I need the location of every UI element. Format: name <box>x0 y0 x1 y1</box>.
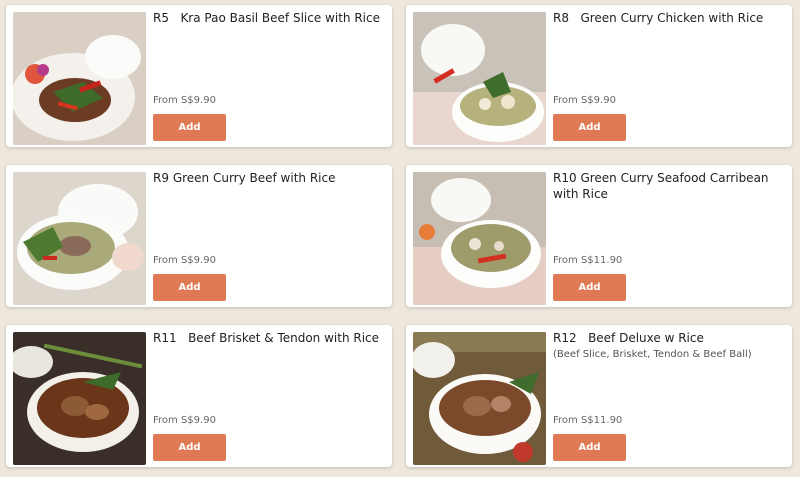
menu-item-card[interactable]: R5 Kra Pao Basil Beef Slice with Rice Fr… <box>6 5 392 147</box>
menu-item-card[interactable]: R9 Green Curry Beef with Rice From S$9.9… <box>6 165 392 307</box>
item-name: Beef Brisket & Tendon with Rice <box>188 331 380 345</box>
item-title: R10 Green Curry Seafood Carribean with R… <box>553 170 786 202</box>
item-code: R8 <box>553 11 569 25</box>
item-title: R9 Green Curry Beef with Rice <box>153 170 386 186</box>
item-price: From S$9.90 <box>153 255 216 266</box>
green-curry-seafood-photo[interactable] <box>413 172 546 305</box>
menu-item-card[interactable]: R8 Green Curry Chicken with Rice From S$… <box>406 5 792 147</box>
item-title: R8 Green Curry Chicken with Rice <box>553 10 786 26</box>
item-code: R12 <box>553 331 577 345</box>
item-price: From S$11.90 <box>553 415 623 426</box>
item-name: Green Curry Beef with Rice <box>172 171 336 185</box>
item-price: From S$9.90 <box>153 95 216 106</box>
item-name: Kra Pao Basil Beef Slice with Rice <box>180 11 380 25</box>
item-subtitle: (Beef Slice, Brisket, Tendon & Beef Ball… <box>553 349 752 360</box>
green-curry-beef-photo[interactable] <box>13 172 146 305</box>
green-curry-chicken-photo[interactable] <box>413 12 546 145</box>
item-title: R11 Beef Brisket & Tendon with Rice <box>153 330 386 346</box>
item-name: Beef Deluxe w Rice <box>588 331 704 345</box>
add-button[interactable]: Add <box>553 434 626 461</box>
item-code: R10 <box>553 171 577 185</box>
item-price: From S$9.90 <box>553 95 616 106</box>
item-name: Green Curry Seafood Carribean with Rice <box>553 171 769 201</box>
add-button[interactable]: Add <box>553 274 626 301</box>
add-button[interactable]: Add <box>153 274 226 301</box>
add-button[interactable]: Add <box>153 114 226 141</box>
beef-deluxe-photo[interactable] <box>413 332 546 465</box>
beef-brisket-tendon-photo[interactable] <box>13 332 146 465</box>
add-button[interactable]: Add <box>553 114 626 141</box>
menu-item-card[interactable]: R12 Beef Deluxe w Rice (Beef Slice, Bris… <box>406 325 792 467</box>
menu-item-card[interactable]: R10 Green Curry Seafood Carribean with R… <box>406 165 792 307</box>
item-name: Green Curry Chicken with Rice <box>580 11 764 25</box>
item-code: R5 <box>153 11 169 25</box>
item-code: R9 <box>153 171 169 185</box>
add-button[interactable]: Add <box>153 434 226 461</box>
item-price: From S$11.90 <box>553 255 623 266</box>
basil-beef-rice-photo[interactable] <box>13 12 146 145</box>
item-price: From S$9.90 <box>153 415 216 426</box>
menu-item-card[interactable]: R11 Beef Brisket & Tendon with Rice From… <box>6 325 392 467</box>
item-title: R12 Beef Deluxe w Rice <box>553 330 786 346</box>
item-code: R11 <box>153 331 177 345</box>
item-title: R5 Kra Pao Basil Beef Slice with Rice <box>153 10 386 26</box>
